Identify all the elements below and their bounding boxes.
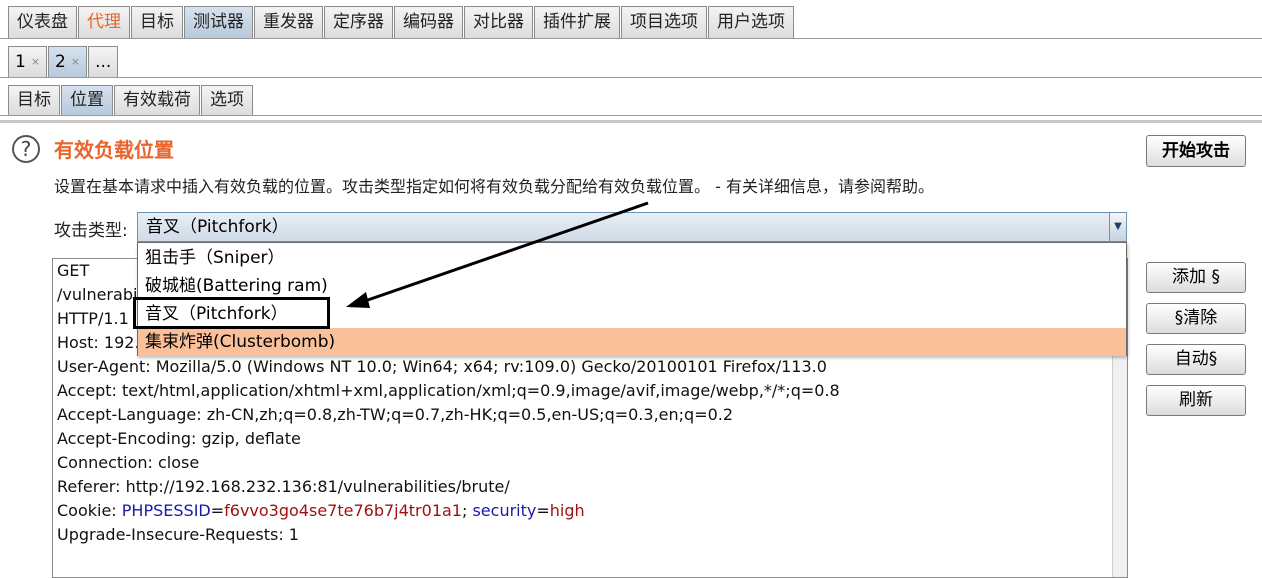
start-attack-button[interactable]: 开始攻击 — [1146, 135, 1246, 167]
tab-sequencer[interactable]: 定序器 — [324, 6, 393, 38]
intruder-sub-tab-bar: 目标 位置 有效载荷 选项 — [0, 82, 1262, 116]
tab-comparer[interactable]: 对比器 — [464, 6, 533, 38]
section-title: 有效负载位置 — [54, 138, 174, 162]
attack-tab-label: 2 — [55, 52, 66, 72]
annotation-highlight-box — [133, 297, 330, 329]
tab-target[interactable]: 目标 — [131, 6, 183, 38]
attack-tab-label: 1 — [15, 52, 26, 72]
cookie-key: security — [472, 501, 537, 520]
new-attack-tab[interactable]: ... — [88, 46, 119, 77]
option-battering-ram[interactable]: 破城槌(Battering ram) — [138, 272, 1126, 300]
tab-extender[interactable]: 插件扩展 — [534, 6, 620, 38]
request-line: GET — [57, 261, 90, 280]
cookie-value: high — [549, 501, 585, 520]
attack-type-select[interactable]: 音叉（Pitchfork） ▼ — [137, 212, 1127, 242]
tab-proxy[interactable]: 代理 — [78, 6, 130, 38]
attack-tab-1[interactable]: 1 × — [8, 46, 48, 77]
more-label: ... — [95, 52, 112, 72]
request-line: Host: 192. — [57, 333, 140, 352]
attack-tab-bar: 1 × 2 × ... — [0, 44, 1262, 78]
request-line: User-Agent: Mozilla/5.0 (Windows NT 10.0… — [57, 357, 827, 376]
attack-type-value: 音叉（Pitchfork） — [146, 217, 289, 237]
auto-markers-button[interactable]: 自动§ — [1146, 344, 1246, 375]
add-marker-button[interactable]: 添加 § — [1146, 262, 1246, 293]
refresh-button[interactable]: 刷新 — [1146, 385, 1246, 416]
tab-payloads[interactable]: 有效载荷 — [114, 85, 200, 115]
tab-dashboard[interactable]: 仪表盘 — [8, 6, 77, 38]
clear-markers-button[interactable]: §清除 — [1146, 303, 1246, 334]
cookie-separator: ; — [461, 501, 473, 520]
help-icon[interactable]: ? — [12, 135, 40, 163]
main-tab-bar: 仪表盘 代理 目标 测试器 重发器 定序器 编码器 对比器 插件扩展 项目选项 … — [0, 0, 1262, 39]
option-clusterbomb[interactable]: 集束炸弹(Clusterbomb) — [138, 328, 1126, 356]
tab-repeater[interactable]: 重发器 — [254, 6, 323, 38]
tab-intruder-target[interactable]: 目标 — [8, 85, 60, 115]
attack-tab-2[interactable]: 2 × — [48, 46, 88, 77]
option-sniper[interactable]: 狙击手（Sniper） — [138, 244, 1126, 272]
attack-type-label: 攻击类型: — [54, 221, 128, 241]
cookie-key: PHPSESSID — [121, 501, 211, 520]
request-line: Connection: close — [57, 453, 200, 472]
tab-intruder[interactable]: 测试器 — [184, 6, 253, 38]
cookie-value: f6vvo3go4se7te76b7j4tr01a1 — [224, 501, 462, 520]
tab-positions[interactable]: 位置 — [61, 85, 113, 115]
dropdown-arrow-icon[interactable]: ▼ — [1109, 213, 1126, 241]
cookie-equals: = — [210, 501, 225, 520]
tab-project-options[interactable]: 项目选项 — [621, 6, 707, 38]
cookie-line: Cookie: PHPSESSID=f6vvo3go4se7te76b7j4tr… — [57, 501, 585, 520]
cookie-equals: = — [536, 501, 550, 520]
tab-user-options[interactable]: 用户选项 — [708, 6, 794, 38]
close-icon[interactable]: × — [31, 47, 40, 77]
cookie-label: Cookie: — [57, 501, 122, 520]
request-line: HTTP/1.1 — [57, 309, 129, 328]
close-icon[interactable]: × — [71, 47, 80, 77]
request-line: Upgrade-Insecure-Requests: 1 — [57, 525, 299, 544]
tab-options[interactable]: 选项 — [201, 85, 253, 115]
tab-decoder[interactable]: 编码器 — [394, 6, 463, 38]
request-line: Accept-Encoding: gzip, deflate — [57, 429, 301, 448]
section-description: 设置在基本请求中插入有效负载的位置。攻击类型指定如何将有效负载分配给有效负载位置… — [54, 177, 934, 196]
request-line: Accept-Language: zh-CN,zh;q=0.8,zh-TW;q=… — [57, 405, 734, 424]
request-line: Accept: text/html,application/xhtml+xml,… — [57, 381, 840, 400]
request-line: Referer: http://192.168.232.136:81/vulne… — [57, 477, 510, 496]
request-line: /vulnerabi — [57, 285, 138, 304]
